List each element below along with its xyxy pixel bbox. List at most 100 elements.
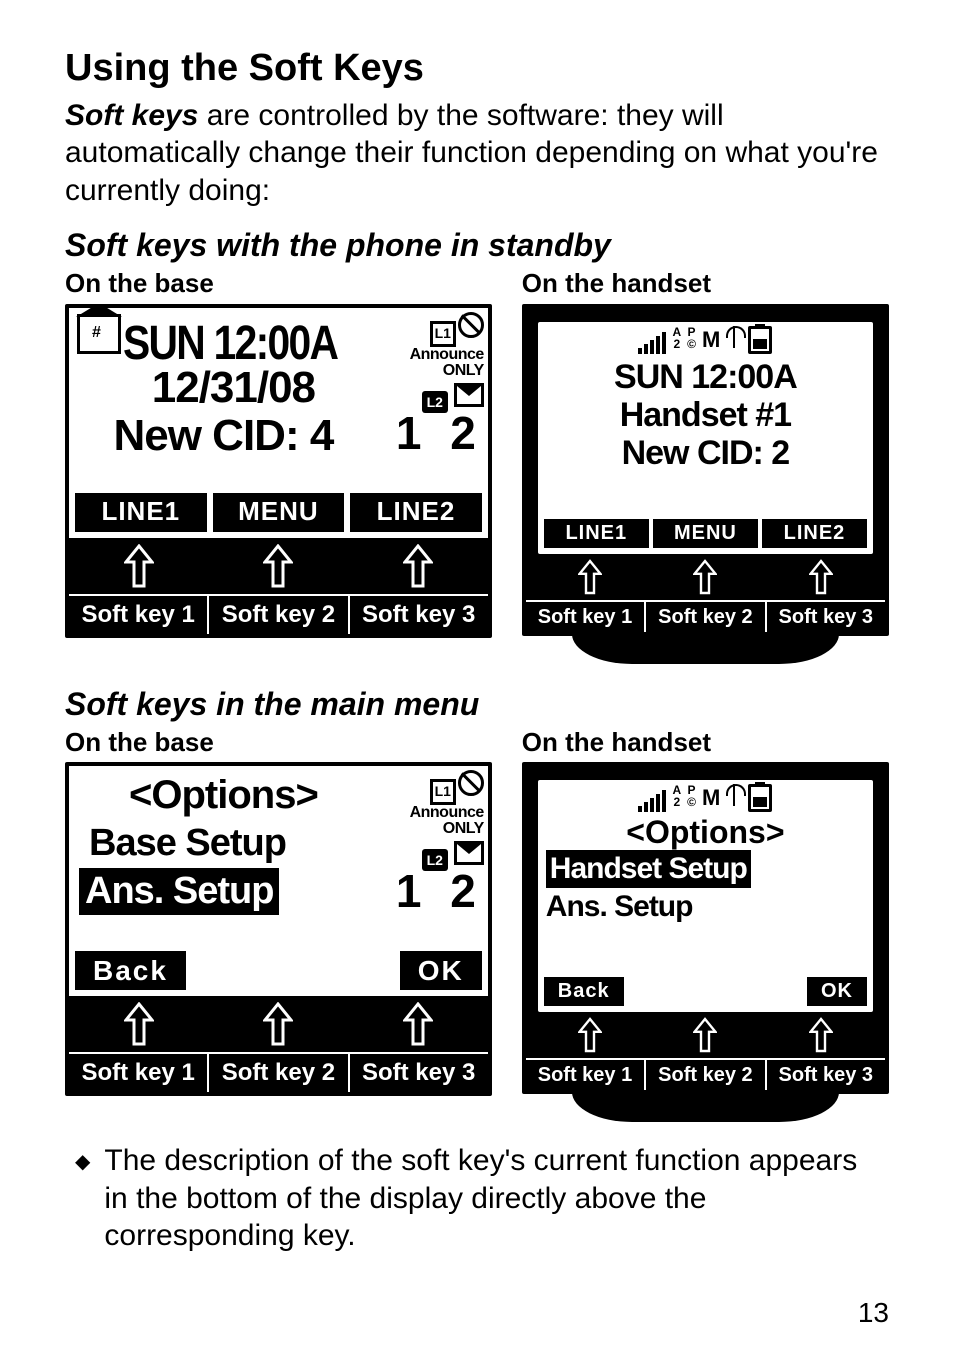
arrow-up-icon (348, 538, 488, 594)
signal-icon (638, 784, 666, 812)
base-cid: New CID: 4 (79, 408, 368, 463)
announce-label: Announce (374, 805, 484, 821)
handset-time: SUN 12:00A (538, 356, 873, 399)
handset-label-row-2: Soft key 1 Soft key 2 Soft key 3 (526, 1058, 885, 1090)
base-caption-2: On the base (65, 726, 492, 759)
bullet-text: The description of the soft key's curren… (104, 1142, 879, 1255)
handset-label-row: Soft key 1 Soft key 2 Soft key 3 (526, 600, 885, 632)
softkey2-label: Soft key 2 (207, 596, 347, 634)
bullet-note: ◆ The description of the soft key's curr… (65, 1142, 889, 1255)
base-indicators: L1 Announce ONLY L2 1 2 (374, 312, 484, 454)
section-menu-title: Soft keys in the main menu (65, 684, 889, 724)
arrow-up-icon (532, 554, 648, 600)
base-date: 12/31/08 (99, 360, 368, 415)
page-number: 13 (65, 1295, 889, 1330)
options-title: <Options> (79, 770, 368, 820)
softkey-line2[interactable]: LINE2 (350, 493, 482, 532)
softkey2-label: Soft key 2 (207, 1054, 347, 1092)
handset-name: Handset #1 (538, 394, 873, 437)
base-device-menu: <Options> Base Setup Ans. Setup L1 Annou… (65, 762, 492, 1096)
softkey3-label: Soft key 3 (348, 596, 488, 634)
only-label: ONLY (374, 821, 484, 837)
handset-device-standby: A2 P© M SUN 12:00A Handset #1 New CID: 2… (522, 304, 889, 636)
handset-lcd: A2 P© M SUN 12:00A Handset #1 New CID: 2… (538, 322, 873, 554)
handset-arrows (526, 554, 885, 600)
menu-handset-setup[interactable]: Handset Setup (546, 850, 751, 888)
handset-curve-2 (572, 1092, 839, 1122)
softkey-line2[interactable]: LINE2 (762, 519, 867, 548)
l1-indicator: L1 (430, 779, 456, 805)
announce-label: Announce (374, 347, 484, 363)
mail-icon (454, 383, 484, 407)
l1-indicator: L1 (430, 321, 456, 347)
a2-indicator: A2 (672, 784, 681, 812)
arrow-up-icon (209, 538, 349, 594)
intro-emphasis: Soft keys (65, 99, 198, 132)
mail-icon (454, 841, 484, 865)
handset-caption-2: On the handset (522, 726, 889, 759)
menu-base-setup[interactable]: Base Setup (79, 820, 368, 868)
softkey-back[interactable]: Back (75, 951, 186, 990)
softkey-menu[interactable]: MENU (653, 519, 758, 548)
base-indicators-2: L1 Announce ONLY L2 1 2 (374, 770, 484, 912)
base-label-row-2: Soft key 1 Soft key 2 Soft key 3 (69, 1052, 488, 1092)
handset-caption: On the handset (522, 267, 889, 300)
arrow-up-icon (532, 1012, 648, 1058)
battery-icon (748, 784, 772, 812)
page-title: Using the Soft Keys (65, 45, 889, 93)
battery-icon (748, 326, 772, 354)
softkey-menu[interactable]: MENU (213, 493, 345, 532)
softkey-empty (192, 951, 394, 990)
antenna-icon (726, 784, 742, 806)
softkey1-label: Soft key 1 (69, 1054, 207, 1092)
pc-indicator: P© (687, 326, 696, 354)
menu-row: On the base <Options> Base Setup Ans. Se… (65, 726, 889, 1123)
base-menu-softrow: Back OK (75, 951, 482, 990)
home-icon (77, 314, 125, 356)
arrow-row (69, 538, 488, 594)
base-softkey-row: LINE1 MENU LINE2 (75, 493, 482, 532)
softkey-back[interactable]: Back (544, 977, 624, 1006)
handset-curve (572, 634, 839, 664)
softkey2-label: Soft key 2 (644, 1060, 764, 1090)
base-caption: On the base (65, 267, 492, 300)
base-lcd: SUN 12:00A 12/31/08 New CID: 4 L1 Announ… (69, 308, 488, 538)
section-standby-title: Soft keys with the phone in standby (65, 225, 889, 265)
msg-counts: 1 2 (374, 413, 484, 454)
mute-icon: M (702, 784, 720, 812)
dnd-icon (458, 312, 484, 338)
pc-indicator: P© (687, 784, 696, 812)
softkey-line1[interactable]: LINE1 (75, 493, 207, 532)
softkey1-label: Soft key 1 (526, 1060, 644, 1090)
signal-icon (638, 326, 666, 354)
handset-cid: New CID: 2 (538, 432, 873, 475)
menu-ans-setup[interactable]: Ans. Setup (79, 868, 279, 916)
handset-lcd-menu: A2 P© M <Options> Handset Setup Ans. Set… (538, 780, 873, 1012)
softkey1-label: Soft key 1 (69, 596, 207, 634)
intro-text: Soft keys are controlled by the software… (65, 97, 889, 210)
softkey-empty (628, 977, 803, 1006)
arrow-up-icon (69, 996, 209, 1052)
handset-status: A2 P© M (538, 326, 873, 354)
softkey-ok[interactable]: OK (400, 951, 482, 990)
softkey-ok[interactable]: OK (807, 977, 867, 1006)
arrow-up-icon (648, 554, 764, 600)
menu-ans-setup[interactable]: Ans. Setup (538, 888, 873, 926)
dnd-icon (458, 770, 484, 796)
handset-softkey-row: LINE1 MENU LINE2 (544, 519, 867, 548)
softkey3-label: Soft key 3 (765, 1060, 885, 1090)
standby-row: On the base SUN 12:00A 12/31/08 New CID:… (65, 267, 889, 664)
a2-indicator: A2 (672, 326, 681, 354)
handset-menu-softrow: Back OK (544, 977, 867, 1006)
arrow-row-2 (69, 996, 488, 1052)
base-lcd-menu: <Options> Base Setup Ans. Setup L1 Annou… (69, 766, 488, 996)
base-label-row: Soft key 1 Soft key 2 Soft key 3 (69, 594, 488, 634)
options-title: <Options> (538, 812, 873, 852)
antenna-icon (726, 326, 742, 348)
handset-status-2: A2 P© M (538, 784, 873, 812)
arrow-up-icon (209, 996, 349, 1052)
arrow-up-icon (763, 554, 879, 600)
arrow-up-icon (763, 1012, 879, 1058)
softkey-line1[interactable]: LINE1 (544, 519, 649, 548)
bullet-icon: ◆ (75, 1150, 90, 1255)
